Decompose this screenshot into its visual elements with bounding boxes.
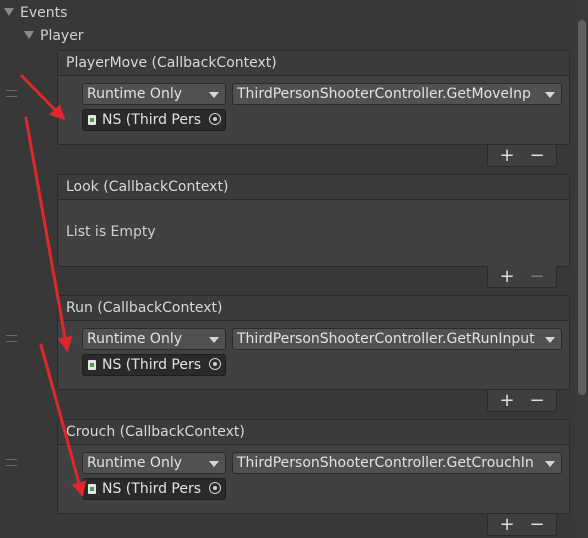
annotation-arrows	[20, 74, 87, 497]
annotation-arrow-2	[24, 116, 73, 352]
annotation-arrow-1	[20, 74, 66, 121]
annotation-arrow-3	[39, 343, 87, 497]
